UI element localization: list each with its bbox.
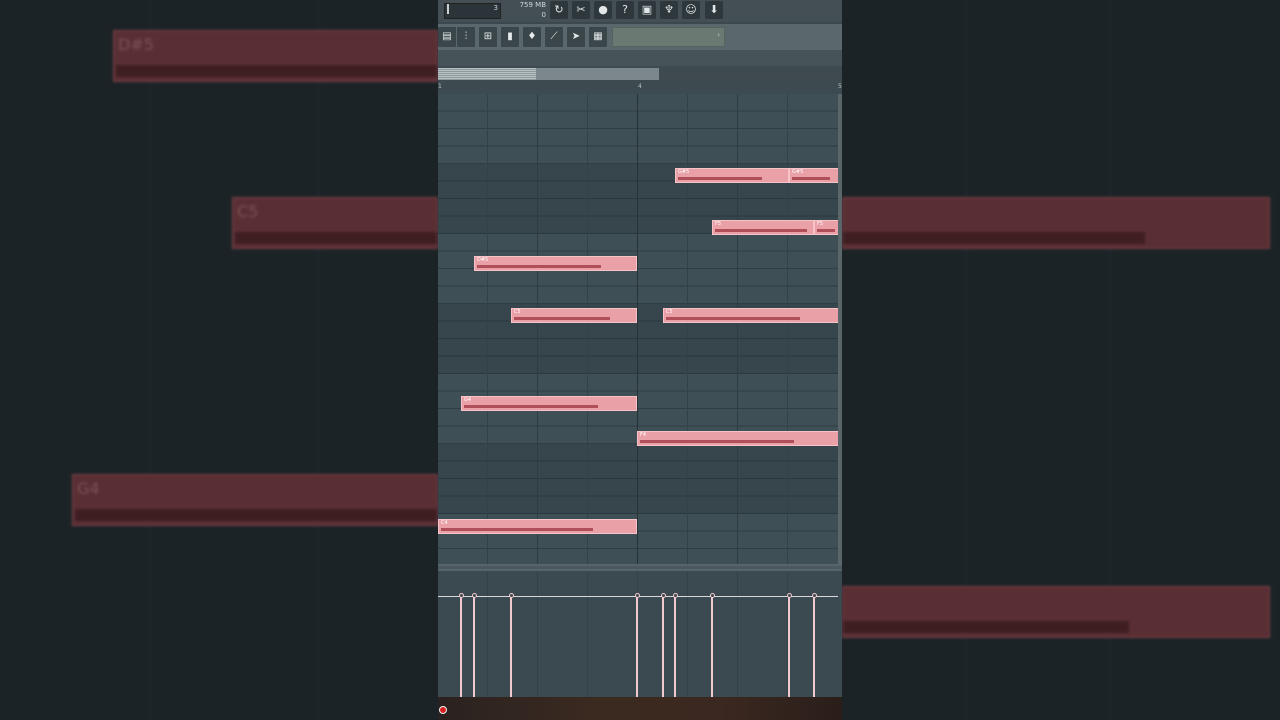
note-label: G#5 xyxy=(792,169,804,175)
velocity-stem[interactable] xyxy=(674,597,676,697)
help-icon[interactable]: ? xyxy=(616,1,634,19)
note-g-4[interactable]: G4 xyxy=(461,396,637,411)
cut-icon[interactable]: ✂ xyxy=(572,1,590,19)
velocity-stem[interactable] xyxy=(711,597,713,697)
memory-readout: 759 MB 0 xyxy=(508,0,546,20)
velocity-stem[interactable] xyxy=(460,597,462,697)
velocity-stem[interactable] xyxy=(636,597,638,697)
plugin-icon[interactable]: ♦ xyxy=(523,27,541,47)
cpu-value: 0 xyxy=(541,11,546,19)
note-d-sharp-5[interactable]: D#5 xyxy=(474,256,637,271)
tempo-slider[interactable]: 3 xyxy=(444,3,501,19)
ruler-mark: 4 xyxy=(638,83,642,90)
top-toolbar: 3 759 MB 0 ↻ ✂ ● ? ▣ ♆ ☺ ⬇ xyxy=(438,0,842,22)
undo-icon[interactable]: ↻ xyxy=(550,1,568,19)
note-label: F5 xyxy=(817,221,824,227)
velocity-stem[interactable] xyxy=(788,597,790,697)
window-toolbar: ▤ ⫶ ⊞ ▮ ♦ ⟋ ➤ ▦ › xyxy=(438,24,842,50)
ruler-mark: 1 xyxy=(438,83,442,90)
background-note-label: D#5 xyxy=(118,35,154,54)
note-c-5[interactable]: C5 xyxy=(663,308,839,323)
velocity-stem[interactable] xyxy=(473,597,475,697)
velocity-handle[interactable] xyxy=(509,593,514,598)
background-note-label: C5 xyxy=(237,202,259,221)
velocity-handle[interactable] xyxy=(459,593,464,598)
velocity-editor[interactable] xyxy=(438,571,842,697)
velocity-stem[interactable] xyxy=(510,597,512,697)
note-label: C5 xyxy=(666,309,673,315)
channel-rack-icon[interactable]: ⊞ xyxy=(479,27,497,47)
note-label: C4 xyxy=(441,520,448,526)
background-note: G4 xyxy=(72,474,438,526)
record-icon[interactable] xyxy=(439,706,447,714)
velocity-handle[interactable] xyxy=(661,593,666,598)
info-band xyxy=(438,50,842,66)
note-g-sharp-5[interactable]: G#5 xyxy=(789,168,839,183)
pattern-icon[interactable]: ➤ xyxy=(567,27,585,47)
background-note xyxy=(842,586,1270,638)
note-f-5[interactable]: F5 xyxy=(712,220,814,235)
vertical-scrollbar[interactable] xyxy=(838,94,842,564)
velocity-stem[interactable] xyxy=(813,597,815,697)
pane-divider[interactable] xyxy=(438,564,842,571)
mixer-icon[interactable]: ♆ xyxy=(660,1,678,19)
note-c-4[interactable]: C4 xyxy=(438,519,637,534)
playlist-icon[interactable]: ▦ xyxy=(589,27,607,47)
memory-value: 759 MB xyxy=(519,1,546,9)
pattern-selector[interactable]: › xyxy=(612,27,725,47)
download-icon[interactable]: ⬇ xyxy=(705,1,723,19)
note-label: G4 xyxy=(464,397,472,403)
note-label: D#5 xyxy=(477,257,489,263)
note-f-5[interactable]: F5 xyxy=(814,220,839,235)
note-g-sharp-5[interactable]: G#5 xyxy=(675,168,789,183)
ruler-mark: 5 xyxy=(838,83,842,90)
chat-icon[interactable]: ☺ xyxy=(682,1,700,19)
velocity-handle[interactable] xyxy=(673,593,678,598)
browser-icon[interactable]: ▮ xyxy=(501,27,519,47)
velocity-stem[interactable] xyxy=(662,597,664,697)
velocity-handle[interactable] xyxy=(812,593,817,598)
save-icon[interactable]: ▣ xyxy=(638,1,656,19)
note-label: C5 xyxy=(514,309,521,315)
chevron-right-icon: › xyxy=(717,31,720,39)
note-label: G#5 xyxy=(678,169,690,175)
velocity-handle[interactable] xyxy=(635,593,640,598)
note-f-4[interactable]: F4 xyxy=(637,431,839,446)
slider-value: 3 xyxy=(493,4,498,12)
piano-roll-window: 3 759 MB 0 ↻ ✂ ● ? ▣ ♆ ☺ ⬇ ▤ ⫶ ⊞ ▮ ♦ ⟋ ➤… xyxy=(438,0,842,720)
mic-icon[interactable]: ● xyxy=(594,1,612,19)
note-label: F5 xyxy=(715,221,722,227)
velocity-handle[interactable] xyxy=(710,593,715,598)
velocity-handle[interactable] xyxy=(787,593,792,598)
background-note: D#5 xyxy=(113,30,438,82)
background-note xyxy=(842,197,1270,249)
note-label: F4 xyxy=(640,432,647,438)
note-grid[interactable]: G#5 G#5 F5 F5 D#5 C5 C5 G4 F4 C4 xyxy=(438,94,839,564)
note-c-5[interactable]: C5 xyxy=(511,308,637,323)
horizontal-scrollbar[interactable] xyxy=(438,66,842,82)
mixer-fader-icon[interactable]: ⫶ xyxy=(457,27,475,47)
bottom-status-strip xyxy=(438,697,842,720)
background-note-label: G4 xyxy=(77,479,100,498)
piano-roll-icon[interactable]: ▤ xyxy=(438,27,456,47)
velocity-handle[interactable] xyxy=(472,593,477,598)
step-icon[interactable]: ⟋ xyxy=(545,27,563,47)
scroll-thumb[interactable] xyxy=(438,68,536,80)
background-note: C5 xyxy=(232,197,438,249)
